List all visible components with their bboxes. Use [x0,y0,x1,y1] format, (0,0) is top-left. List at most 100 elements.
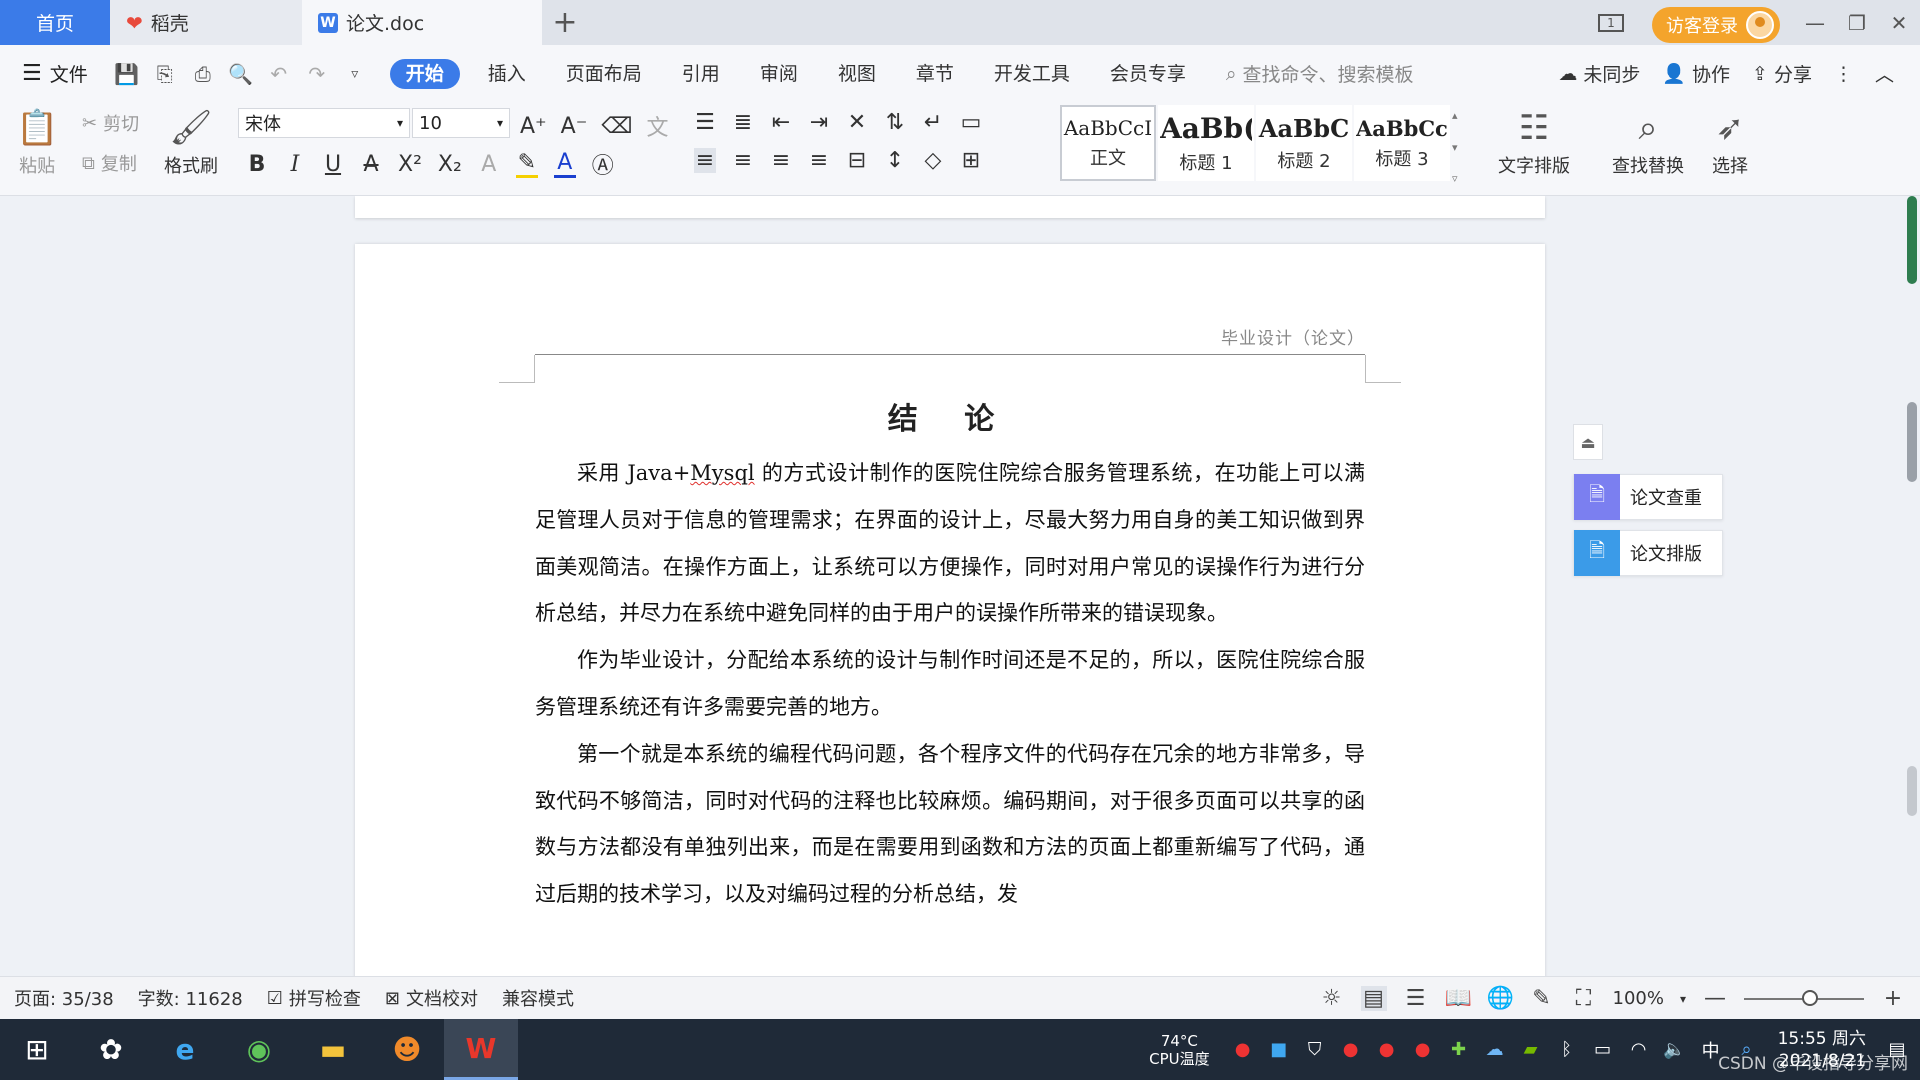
start-button[interactable]: ⊞ [0,1019,74,1080]
guest-login-button[interactable]: 访客登录 [1652,6,1780,43]
tab-daoke[interactable]: ❤ 稻壳 [110,0,302,45]
qq-icon[interactable]: ● [1374,1039,1400,1060]
tab-insert[interactable]: 插入 [468,59,546,89]
nvidia-icon[interactable]: ▰ [1518,1039,1544,1060]
style-scroll[interactable]: ▴ ▾ ▿ [1452,105,1466,189]
page-count[interactable]: 页面: 35/38 [14,985,114,1011]
tray-store-icon[interactable]: ■ [1266,1039,1292,1060]
sort-icon[interactable]: ⇅ [884,110,906,135]
minimize-button[interactable]: — [1794,0,1836,45]
export-pdf-icon[interactable]: ⎘ [152,62,178,86]
align-right-icon[interactable]: ≡ [770,148,792,173]
new-tab-button[interactable]: + [542,0,588,45]
decrease-indent-icon[interactable]: ⇤ [770,110,792,135]
proofread-button[interactable]: ⊠ 文档校对 [385,985,478,1011]
scroll-thumb-upper[interactable] [1907,196,1917,284]
print-preview-icon[interactable]: 🔍 [228,62,254,86]
command-search[interactable]: ⌕ 查找命令、搜索模板 [1226,60,1414,87]
web-view-icon[interactable]: 🌐 [1487,986,1514,1011]
style-heading-2[interactable]: AaBbC 标题 2 [1256,105,1352,181]
qq-icon[interactable]: ● [1410,1039,1436,1060]
copy-button[interactable]: ⧉ 复制 [82,150,137,176]
wifi-icon[interactable]: ◠ [1626,1039,1652,1060]
cpu-temp[interactable]: 74°C CPU温度 [1149,1032,1210,1068]
customize-dropdown-icon[interactable]: ▿ [342,66,368,82]
tab-document[interactable]: W 论文.doc [302,0,542,45]
style-heading-3[interactable]: AaBbCcl 标题 3 [1354,105,1450,181]
zoom-in-icon[interactable]: + [1880,986,1906,1011]
zoom-slider[interactable] [1744,989,1864,1006]
font-size-select[interactable]: 10 ▾ [412,108,510,138]
zoom-out-icon[interactable]: — [1702,986,1728,1011]
superscript-icon[interactable]: X² [398,152,422,177]
sync-button[interactable]: ☁ 未同步 [1558,60,1640,87]
cut-button[interactable]: ✂ 剪切 [82,110,139,136]
style-normal[interactable]: AaBbCcI 正文 [1060,105,1156,181]
underline-icon[interactable]: U [322,152,344,177]
bluetooth-icon[interactable]: ᛒ [1554,1039,1580,1060]
tab-start[interactable]: 开始 [389,58,460,89]
taskbar-explorer[interactable]: ▬ [296,1019,370,1080]
paper-check-button[interactable]: 🗎 论文查重 [1573,474,1723,520]
bullet-list-icon[interactable]: ☰ [694,110,716,135]
undo-icon[interactable]: ↶ [266,62,292,86]
zoom-slider-knob[interactable] [1802,989,1818,1006]
taskbar-browser[interactable]: ◉ [222,1019,296,1080]
subscript-icon[interactable]: X₂ [438,152,462,177]
close-button[interactable]: ✕ [1878,0,1920,45]
tray-plus-icon[interactable]: ✚ [1446,1039,1472,1060]
ruler-icon[interactable]: ▭ [960,110,982,135]
tab-chapter[interactable]: 章节 [896,59,974,89]
volume-icon[interactable]: 🔈 [1662,1039,1688,1060]
shrink-font-icon[interactable]: A⁻ [561,114,588,139]
align-left-icon[interactable]: ≡ [694,148,716,173]
shield-icon[interactable]: ⛉ [1302,1039,1328,1060]
tab-view[interactable]: 视图 [818,59,896,89]
text-layout-button[interactable]: ☷ 文字排版 [1498,108,1570,178]
tray-app-icon[interactable]: ● [1230,1039,1256,1060]
taskbar-ie[interactable]: e [148,1019,222,1080]
shading-icon[interactable]: ◇ [922,148,944,173]
spell-check-button[interactable]: ☑ 拼写检查 [267,985,361,1011]
pinyin-icon[interactable]: 文 [646,110,668,142]
taskbar-wps[interactable]: W [444,1019,518,1080]
align-center-icon[interactable]: ≡ [732,148,754,173]
find-replace-button[interactable]: ⌕ 查找替换 [1612,108,1684,178]
tab-references[interactable]: 引用 [662,59,740,89]
line-spacing-icon[interactable]: ↕ [884,148,906,173]
italic-icon[interactable]: I [284,152,306,177]
write-mode-icon[interactable]: ✎ [1529,986,1555,1011]
tab-page-layout[interactable]: 页面布局 [546,59,662,89]
collapse-ribbon-button[interactable]: ︿ [1875,60,1894,87]
eye-protect-icon[interactable]: ☼ [1319,986,1345,1011]
share-button[interactable]: ⇪ 分享 [1752,60,1812,87]
file-menu[interactable]: ☰ 文件 [0,60,108,87]
text-effect-icon[interactable]: A [478,152,500,177]
document-page[interactable]: 毕业设计（论文） 结 论 采用 Java+Mysql 的方式设计制作的医院住院综… [355,244,1545,976]
chinese-layout-icon[interactable]: ✕ [846,110,868,135]
tab-member[interactable]: 会员专享 [1090,59,1206,89]
strikethrough-icon[interactable]: A [360,152,382,177]
save-icon[interactable]: 💾 [114,62,140,86]
char-border-icon[interactable]: Ⓐ [592,148,614,180]
zoom-level[interactable]: 100% [1613,988,1664,1009]
scroll-thumb[interactable] [1907,402,1917,482]
qq-icon[interactable]: ● [1338,1039,1364,1060]
bold-icon[interactable]: B [246,152,268,177]
print-icon[interactable]: ⎙ [190,62,216,86]
battery-icon[interactable]: ▭ [1590,1039,1616,1060]
outline-view-icon[interactable]: ☰ [1403,986,1429,1011]
show-marks-icon[interactable]: ↵ [922,110,944,135]
tab-review[interactable]: 审阅 [740,59,818,89]
clear-format-icon[interactable]: ⌫ [601,114,632,139]
reading-view-icon[interactable]: 📖 [1445,986,1472,1011]
paper-format-button[interactable]: 🗎 论文排版 [1573,530,1723,576]
font-name-select[interactable]: 宋体 ▾ [238,108,410,138]
distribute-icon[interactable]: ⊟ [846,148,868,173]
window-layout-button[interactable]: 1 [1582,0,1640,45]
paste-button[interactable]: 📋 粘贴 [16,108,58,178]
restore-button[interactable]: ❐ [1836,0,1878,45]
scroll-thumb-lower[interactable] [1907,766,1917,816]
vertical-scrollbar[interactable] [1904,196,1920,976]
taskbar-app-5[interactable]: ☻ [370,1019,444,1080]
